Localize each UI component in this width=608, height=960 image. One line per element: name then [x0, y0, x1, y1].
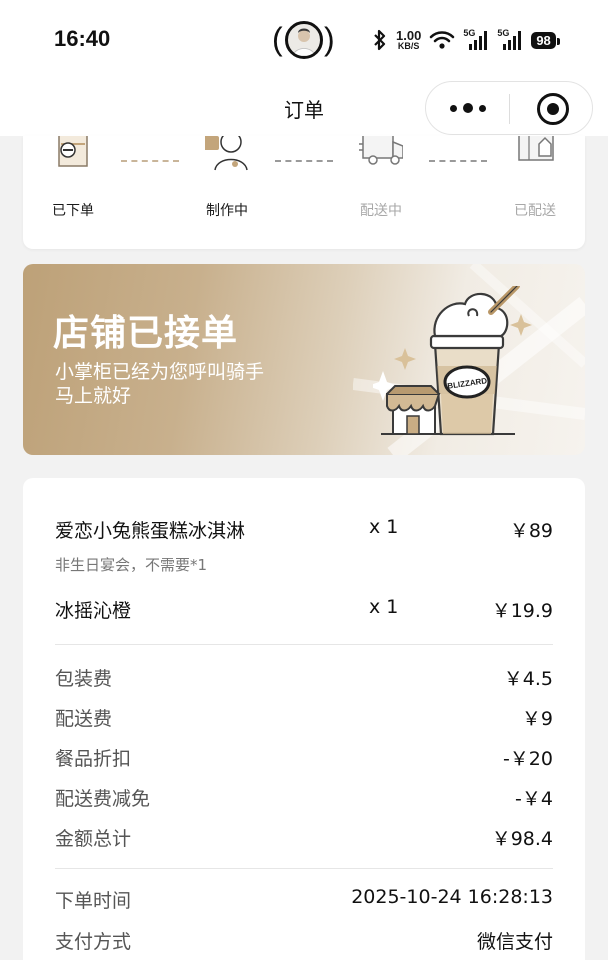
battery-icon: 98	[531, 31, 561, 49]
order-time-value: 2025-10-24 16:28:13	[351, 886, 553, 908]
item-qty: x 1	[369, 516, 399, 538]
banner-subtitle-line2: 马上就好	[55, 385, 132, 407]
order-time-label: 下单时间	[55, 890, 132, 912]
item-price: ￥19.9	[491, 600, 553, 622]
signal-icon: 5G	[463, 28, 489, 52]
fee-value-discount: -￥20	[502, 748, 553, 770]
order-detail-card: 爱恋小兔熊蛋糕冰淇淋 x 1 ￥89 非生日宴会，不需要*1 冰摇沁橙 x 1 …	[23, 478, 585, 960]
fee-value-total: ￥98.4	[491, 828, 553, 850]
banner-subtitle: 小掌柜已经为您呼叫骑手 马上就好	[55, 360, 264, 408]
fee-label-delivery-waiver: 配送费减免	[55, 788, 151, 810]
delivered-box-icon	[518, 136, 554, 161]
order-bag-icon	[58, 136, 88, 167]
bluetooth-icon	[374, 29, 386, 51]
status-time: 16:40	[54, 26, 111, 51]
step-delivered: 已配送	[485, 136, 585, 246]
close-target-icon[interactable]	[537, 93, 569, 125]
net-speed-unit: KB/S	[397, 41, 420, 51]
blizzard-cup-illustration: BLIZZARD	[373, 286, 532, 436]
step-preparing: 制作中	[177, 136, 277, 246]
left-paren-icon: (	[272, 21, 283, 57]
payment-method-value: 微信支付	[476, 931, 553, 953]
wifi-icon	[430, 31, 455, 49]
avatar	[285, 21, 323, 59]
step-delivering: 配送中	[331, 136, 431, 246]
nav-bar: 订单	[0, 80, 608, 136]
step-label: 已配送	[514, 203, 556, 219]
fee-value-packaging: ￥4.5	[503, 668, 553, 690]
net-speed: 1.00 KB/S	[396, 29, 421, 51]
item-price: ￥89	[509, 520, 553, 542]
banner-subtitle-line1: 小掌柜已经为您呼叫骑手	[55, 361, 265, 383]
item-note: 非生日宴会，不需要*1	[55, 556, 208, 574]
step-label: 配送中	[360, 203, 402, 219]
item-qty: x 1	[369, 596, 399, 618]
order-status-banner: 店铺已接单 小掌柜已经为您呼叫骑手 马上就好 BLIZZARD	[23, 264, 585, 455]
item-name: 冰摇沁橙	[55, 600, 132, 622]
progress-connector	[429, 160, 487, 162]
right-paren-icon: )	[324, 21, 335, 57]
fee-label-total: 金额总计	[55, 828, 132, 850]
fee-label-discount: 餐品折扣	[55, 748, 132, 770]
delivery-truck-icon	[359, 136, 403, 165]
fee-value-delivery-waiver: -￥4	[515, 788, 553, 810]
divider	[55, 868, 553, 869]
payment-method-label: 支付方式	[55, 931, 132, 953]
status-icons: 1.00 KB/S 5G 5G 98	[372, 26, 561, 54]
divider	[55, 644, 553, 645]
step-ordered: 已下单	[23, 136, 123, 246]
item-name: 爱恋小兔熊蛋糕冰淇淋	[55, 520, 246, 542]
progress-connector	[275, 160, 333, 162]
fee-label-delivery: 配送费	[55, 708, 113, 730]
chef-icon	[205, 136, 248, 171]
step-label: 制作中	[206, 203, 248, 219]
progress-connector	[121, 160, 179, 162]
screen-share-indicator: ( )	[272, 20, 336, 60]
miniprogram-capsule	[425, 81, 593, 135]
fee-value-delivery: ￥9	[521, 708, 553, 730]
capsule-divider	[509, 94, 510, 124]
step-label: 已下单	[52, 203, 94, 219]
banner-title: 店铺已接单	[53, 313, 239, 354]
signal-icon-2: 5G	[497, 28, 523, 52]
fee-label-packaging: 包装费	[55, 668, 113, 690]
order-progress-card: 已下单 制作中 配送中 已配送	[23, 136, 585, 249]
more-icon[interactable]	[450, 100, 486, 116]
status-bar: 16:40 ( ) 1.00 KB/S 5G 5G 98	[0, 0, 608, 80]
